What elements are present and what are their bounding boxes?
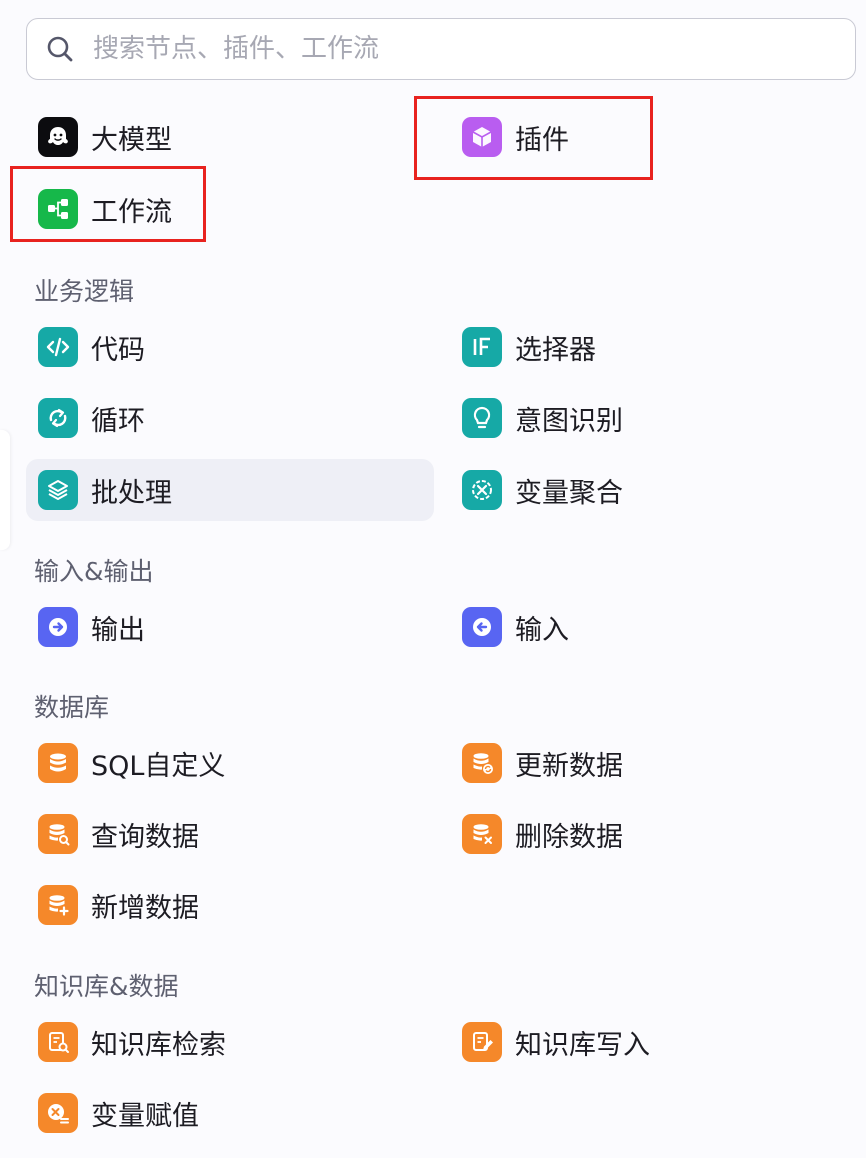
input-icon xyxy=(462,607,502,647)
code-icon xyxy=(38,327,78,367)
section-title-knowledge: 知识库&数据 xyxy=(34,972,179,1001)
node-label: 代码 xyxy=(91,334,145,366)
node-variable-merge[interactable]: 变量聚合 xyxy=(450,461,850,519)
node-label: 意图识别 xyxy=(515,405,623,437)
node-selector[interactable]: 选择器 xyxy=(450,318,850,376)
loop-icon xyxy=(38,398,78,438)
database-search-icon xyxy=(38,814,78,854)
node-llm[interactable]: 大模型 xyxy=(26,108,426,166)
node-plugin[interactable]: 插件 xyxy=(450,108,850,166)
search-input[interactable] xyxy=(91,33,795,65)
node-label: 变量赋值 xyxy=(91,1100,199,1132)
node-picker-panel: 大模型 插件 工作流 业务逻辑 xyxy=(0,0,866,1158)
node-knowledge-write[interactable]: 知识库写入 xyxy=(450,1013,850,1071)
node-label: SQL自定义 xyxy=(91,750,226,782)
output-icon xyxy=(38,607,78,647)
node-label: 查询数据 xyxy=(91,821,199,853)
section-title-database: 数据库 xyxy=(34,693,110,722)
node-label: 输出 xyxy=(91,614,145,646)
node-variable-assign[interactable]: 变量赋值 xyxy=(26,1084,434,1142)
variable-assign-icon xyxy=(38,1093,78,1133)
node-label: 工作流 xyxy=(91,196,172,228)
search-box[interactable] xyxy=(26,18,856,80)
node-label: 知识库检索 xyxy=(91,1029,226,1061)
node-update-data[interactable]: 更新数据 xyxy=(450,734,850,792)
node-input[interactable]: 输入 xyxy=(450,598,850,656)
node-output[interactable]: 输出 xyxy=(26,598,434,656)
node-knowledge-search[interactable]: 知识库检索 xyxy=(26,1013,434,1071)
panel-side-handle xyxy=(0,430,10,550)
section-title-io: 输入&输出 xyxy=(34,557,154,586)
workflow-icon xyxy=(38,189,78,229)
node-query-data[interactable]: 查询数据 xyxy=(26,805,434,863)
database-icon xyxy=(38,743,78,783)
node-batch[interactable]: 批处理 xyxy=(26,459,434,521)
node-label: 更新数据 xyxy=(515,750,623,782)
node-add-data[interactable]: 新增数据 xyxy=(26,876,434,934)
node-loop[interactable]: 循环 xyxy=(26,389,434,447)
node-label: 选择器 xyxy=(515,334,596,366)
node-label: 删除数据 xyxy=(515,821,623,853)
database-add-icon xyxy=(38,885,78,925)
node-label: 变量聚合 xyxy=(515,477,623,509)
database-delete-icon xyxy=(462,814,502,854)
plugin-cube-icon xyxy=(462,117,502,157)
if-icon xyxy=(462,327,502,367)
knowledge-write-icon xyxy=(462,1022,502,1062)
node-code[interactable]: 代码 xyxy=(26,318,434,376)
node-label: 输入 xyxy=(515,614,569,646)
intent-icon xyxy=(462,398,502,438)
node-workflow[interactable]: 工作流 xyxy=(26,180,426,238)
search-icon xyxy=(45,34,75,64)
node-label: 知识库写入 xyxy=(515,1029,650,1061)
llm-icon xyxy=(38,117,78,157)
section-title-business-logic: 业务逻辑 xyxy=(34,277,135,306)
node-delete-data[interactable]: 删除数据 xyxy=(450,805,850,863)
node-sql-custom[interactable]: SQL自定义 xyxy=(26,734,434,792)
variable-merge-icon xyxy=(462,470,502,510)
database-update-icon xyxy=(462,743,502,783)
batch-icon xyxy=(38,470,78,510)
node-label: 批处理 xyxy=(91,477,172,509)
knowledge-search-icon xyxy=(38,1022,78,1062)
node-label: 大模型 xyxy=(91,124,172,156)
node-intent-recognition[interactable]: 意图识别 xyxy=(450,389,850,447)
node-label: 循环 xyxy=(91,405,145,437)
node-label: 插件 xyxy=(515,124,569,156)
node-label: 新增数据 xyxy=(91,892,199,924)
